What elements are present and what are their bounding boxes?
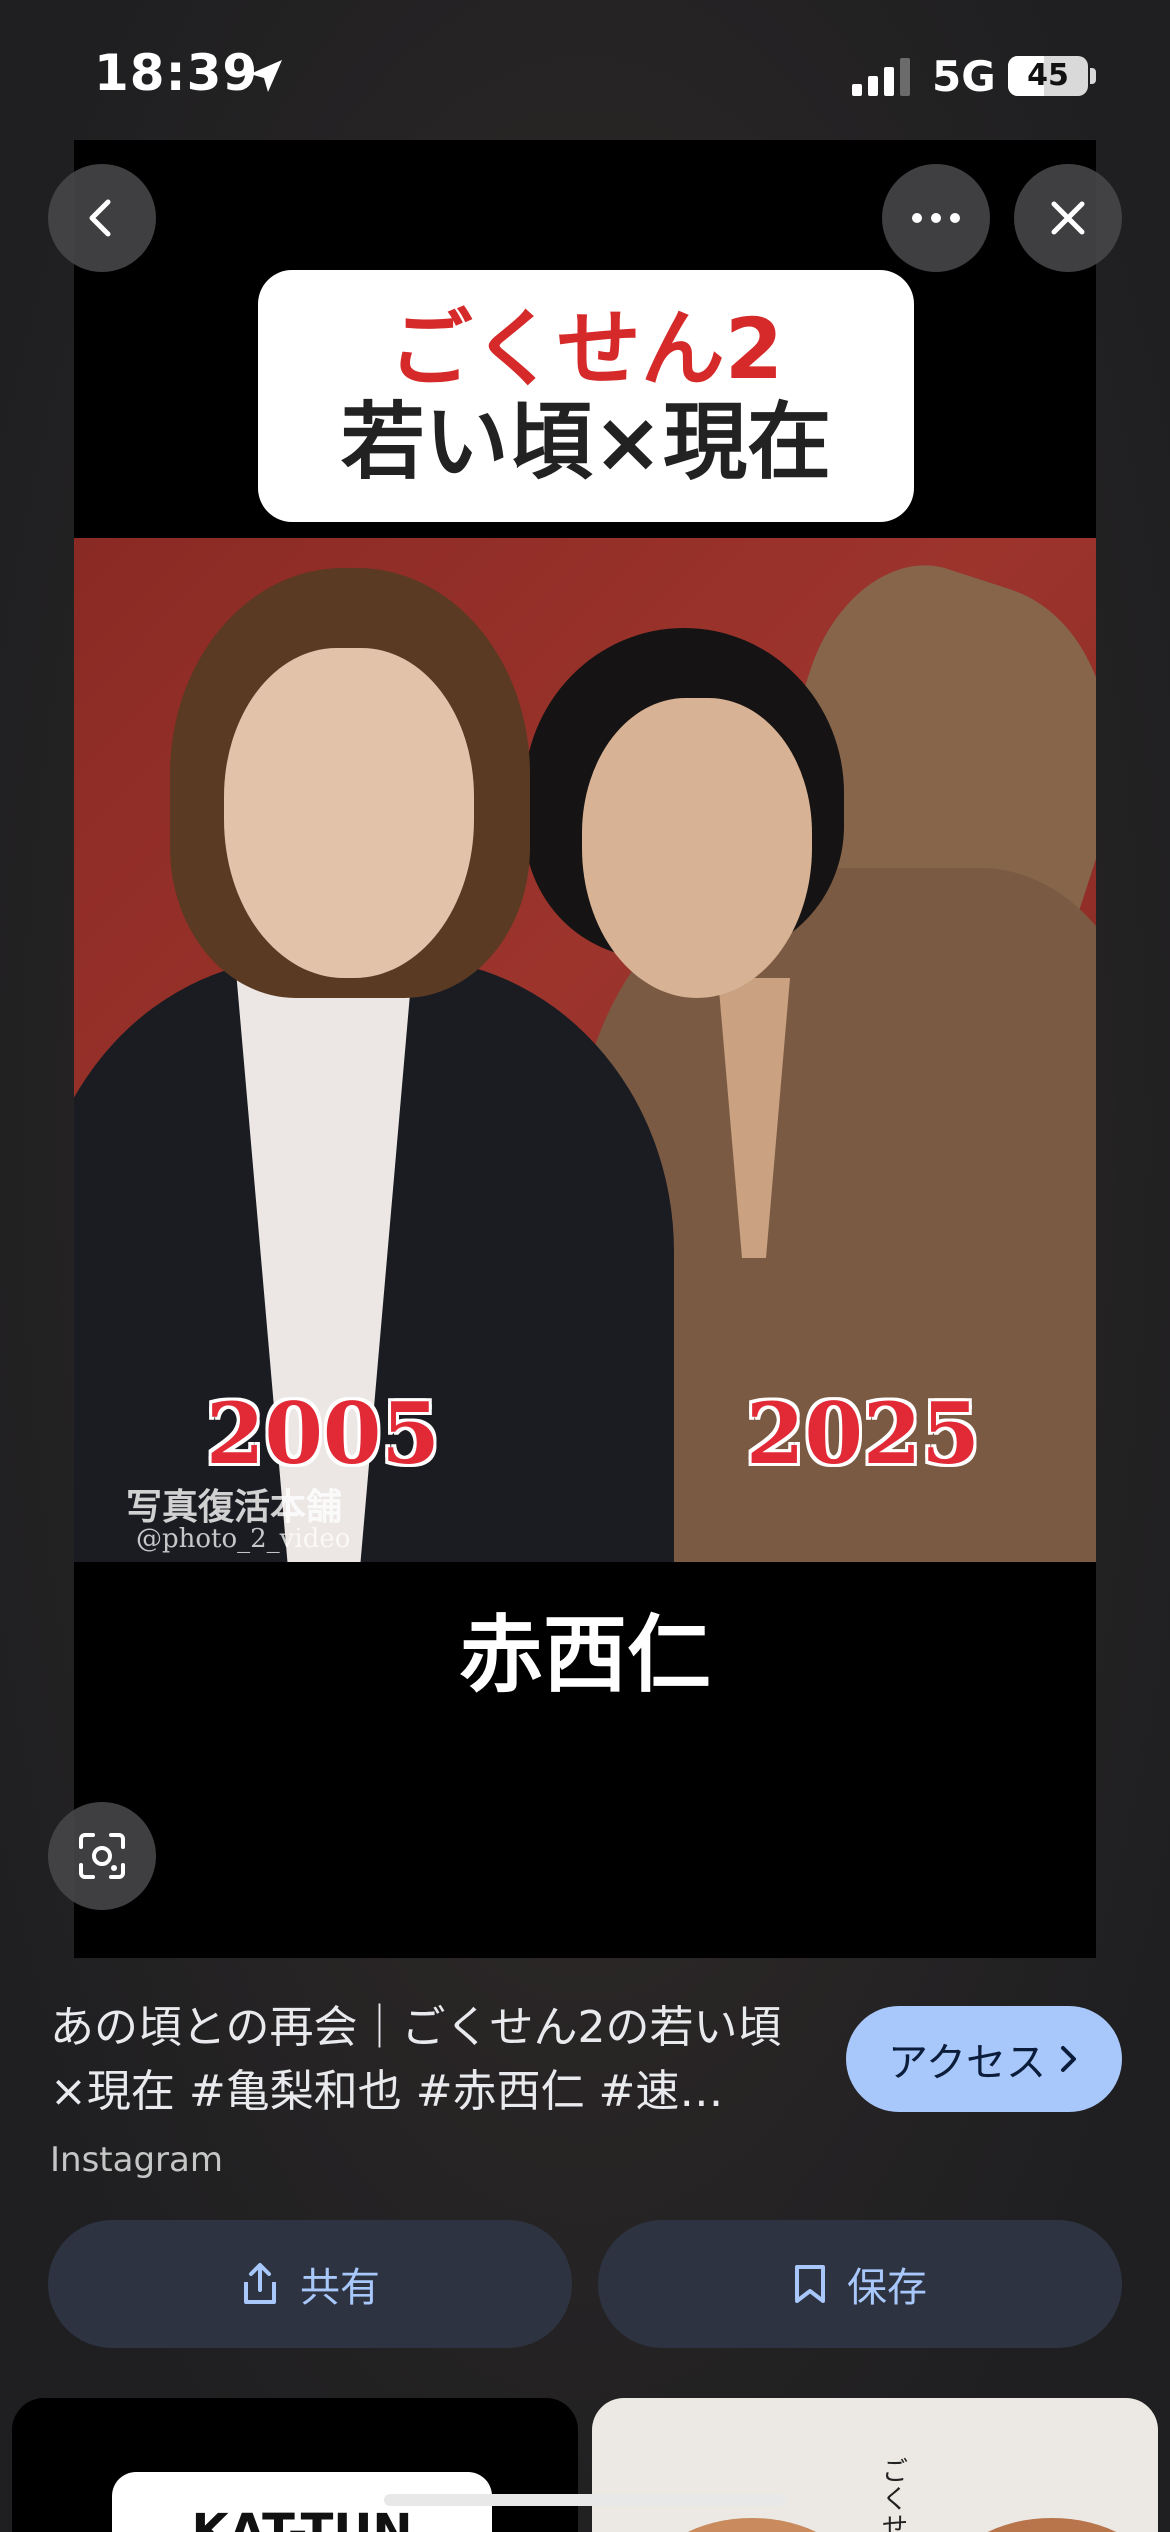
visit-button-label: アクセス <box>888 2040 1046 2086</box>
status-bar: 18:39 5G 45 <box>0 0 1170 140</box>
result-caption[interactable]: あの頃との再会｜ごくせん2の若い頃×現在 #亀梨和也 #赤西仁 #速… <box>50 1996 810 2124</box>
battery-icon: 45 <box>1008 56 1088 96</box>
more-options-button[interactable] <box>882 164 990 272</box>
home-indicator[interactable] <box>384 2494 786 2506</box>
back-icon <box>89 199 111 237</box>
back-button[interactable] <box>48 164 156 272</box>
signal-icon <box>852 58 910 96</box>
image-viewer-screen: 18:39 5G 45 ごくせん2 若い頃×現在 2005 2025 写真復活本… <box>0 0 1170 2532</box>
photo-area: 2005 2025 写真復活本舗 @photo_2_video <box>74 538 1096 1562</box>
related-thumbnail-figure <box>952 2518 1152 2532</box>
close-button[interactable] <box>1014 164 1122 272</box>
related-result-thumbnail[interactable]: KAT-TUN <box>12 2398 578 2532</box>
status-time: 18:39 <box>94 44 259 102</box>
close-icon <box>1051 201 1085 235</box>
related-thumbnail-text: ごくせん悪ガキ <box>882 2457 909 2532</box>
year-label-left: 2005 <box>206 1384 440 1483</box>
chevron-right-icon <box>1061 2046 1076 2072</box>
image-name-caption: 赤西仁 <box>458 1606 711 1704</box>
result-image[interactable]: ごくせん2 若い頃×現在 2005 2025 写真復活本舗 @photo_2_v… <box>74 140 1096 1958</box>
location-arrow-icon <box>250 60 282 92</box>
more-icon <box>912 213 960 223</box>
lens-search-button[interactable] <box>48 1802 156 1910</box>
person-right-face <box>582 698 812 998</box>
bookmark-icon <box>795 2265 825 2303</box>
image-title-line1: ごくせん2 <box>388 300 784 398</box>
image-title-card: ごくせん2 若い頃×現在 <box>258 270 914 522</box>
share-icon <box>244 2263 276 2304</box>
share-label: 共有 <box>300 2265 380 2311</box>
share-button[interactable]: 共有 <box>48 2220 572 2348</box>
save-label: 保存 <box>847 2265 927 2311</box>
network-type: 5G <box>932 52 996 101</box>
battery-cap <box>1090 68 1096 84</box>
watermark-text: 写真復活本舗 <box>126 1486 343 1528</box>
visit-button[interactable]: アクセス <box>846 2006 1122 2112</box>
watermark-handle: @photo_2_video <box>136 1524 351 1554</box>
battery-percent: 45 <box>1027 58 1069 93</box>
person-left-face <box>224 648 474 978</box>
result-source: Instagram <box>50 2140 223 2180</box>
related-thumbnail-figure <box>652 2518 852 2532</box>
year-label-right: 2025 <box>746 1384 980 1483</box>
save-button[interactable]: 保存 <box>598 2220 1122 2348</box>
image-title-line2: 若い頃×現在 <box>340 393 832 491</box>
lens-icon <box>79 1833 125 1879</box>
related-result-thumbnail[interactable]: ごくせん悪ガキ <box>592 2398 1158 2532</box>
